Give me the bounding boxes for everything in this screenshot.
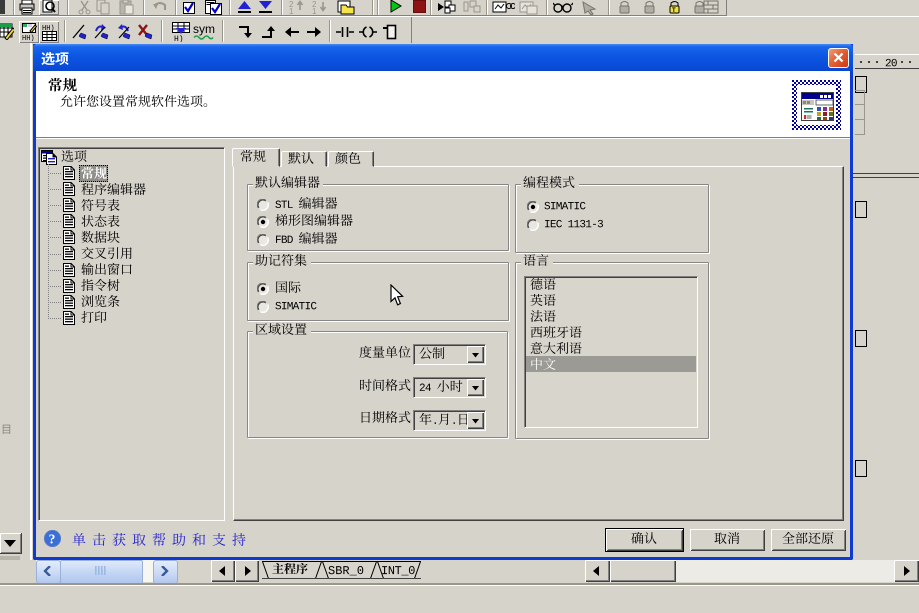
svg-text:1: 1 <box>289 7 294 15</box>
svg-text:HH): HH) <box>22 35 35 41</box>
svg-text:T: T <box>672 8 676 14</box>
svg-text:sym: sym <box>193 22 215 36</box>
svg-text:?: ? <box>49 531 56 546</box>
svg-text:H): H) <box>174 35 184 42</box>
svg-text:1: 1 <box>312 7 317 15</box>
